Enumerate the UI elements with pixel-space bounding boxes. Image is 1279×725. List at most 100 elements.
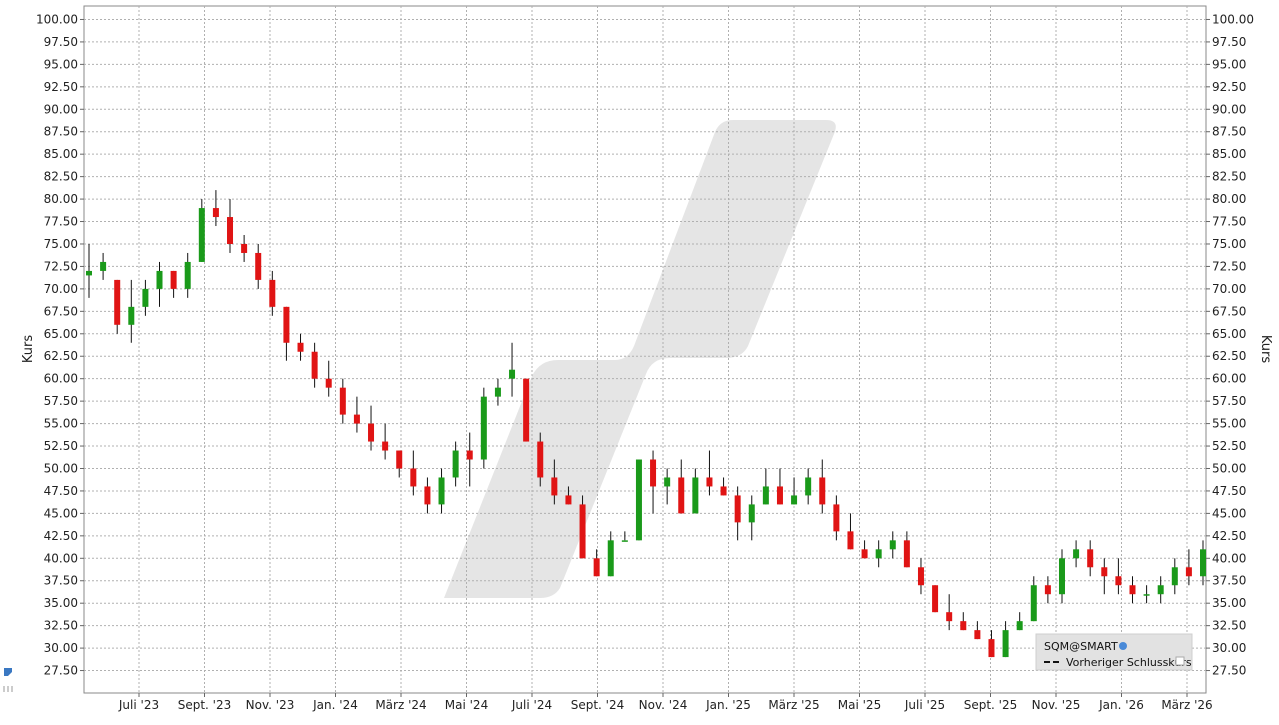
candle-body-up bbox=[1200, 549, 1206, 577]
candle-body-down bbox=[396, 450, 403, 469]
candle-body-down bbox=[241, 243, 248, 253]
candle-body-up bbox=[438, 477, 445, 505]
candle-body-up bbox=[100, 261, 107, 271]
y-tick-label-right: 37.50 bbox=[1212, 574, 1246, 588]
x-tick-label: Nov. '25 bbox=[1032, 698, 1081, 712]
y-tick-label-right: 55.00 bbox=[1212, 417, 1246, 431]
y-tick-label-left: 57.50 bbox=[44, 394, 78, 408]
y-tick-label-right: 27.50 bbox=[1212, 664, 1246, 678]
candle-body-down bbox=[170, 270, 177, 289]
candle-body-down bbox=[565, 495, 572, 505]
candle-body-down bbox=[283, 306, 290, 343]
y-tick-label-right: 52.50 bbox=[1212, 439, 1246, 453]
y-tick-label-left: 77.50 bbox=[44, 215, 78, 229]
y-tick-label-left: 62.50 bbox=[44, 349, 78, 363]
legend-prev-close-label: Vorheriger Schlusskurs bbox=[1066, 656, 1192, 669]
x-tick-label: Mai '24 bbox=[445, 698, 488, 712]
x-tick-label: Juli '25 bbox=[904, 698, 945, 712]
candle-body-down bbox=[269, 279, 276, 307]
y-tick-label-left: 75.00 bbox=[44, 237, 78, 251]
y-tick-label-right: 32.50 bbox=[1212, 619, 1246, 633]
y-tick-label-right: 47.50 bbox=[1212, 484, 1246, 498]
x-tick-label: März '26 bbox=[1161, 698, 1212, 712]
y-tick-label-right: 75.00 bbox=[1212, 237, 1246, 251]
x-tick-label: Sept. '24 bbox=[571, 698, 625, 712]
legend-checkbox[interactable] bbox=[1175, 656, 1185, 666]
x-tick-label: Juli '23 bbox=[118, 698, 159, 712]
candle-body-up bbox=[480, 396, 487, 460]
x-tick-label: Jan. '26 bbox=[1098, 698, 1144, 712]
candle-body-up bbox=[184, 261, 191, 289]
y-tick-label-left: 40.00 bbox=[44, 551, 78, 565]
candle-body-down bbox=[523, 378, 530, 442]
y-tick-label-left: 35.00 bbox=[44, 596, 78, 610]
candle-body-up bbox=[452, 450, 459, 478]
candle-body-up bbox=[198, 208, 205, 262]
candle-body-down bbox=[1185, 567, 1192, 577]
candle-body-down bbox=[297, 342, 304, 352]
y-tick-label-right: 82.50 bbox=[1212, 170, 1246, 184]
candle-body-up bbox=[762, 486, 769, 505]
candle-body-down bbox=[819, 477, 826, 505]
y-tick-label-left: 55.00 bbox=[44, 417, 78, 431]
candle-body-up bbox=[494, 387, 501, 397]
candle-body-down bbox=[706, 477, 713, 487]
candle-body-down bbox=[1115, 576, 1122, 586]
y-tick-label-left: 67.50 bbox=[44, 304, 78, 318]
chart-svg: 27.50 30.00 32.50 35.00 37.50 40.00 42.50 45.00… bbox=[3, 5, 1273, 712]
candle-body-down bbox=[339, 387, 346, 415]
candle-body-down bbox=[1087, 549, 1094, 568]
candle-body-up bbox=[635, 459, 642, 541]
candle-body-up bbox=[607, 540, 614, 577]
candle-body-down bbox=[932, 585, 939, 613]
candle-body-up bbox=[1030, 585, 1037, 622]
y-tick-label-left: 60.00 bbox=[44, 372, 78, 386]
y-tick-label-left: 87.50 bbox=[44, 125, 78, 139]
candle-body-down bbox=[466, 450, 473, 460]
y-tick-label-right: 62.50 bbox=[1212, 349, 1246, 363]
y-tick-label-left: 45.00 bbox=[44, 506, 78, 520]
candle-body-up bbox=[1157, 585, 1164, 595]
candle-body-down bbox=[960, 621, 967, 631]
candle-body-up bbox=[692, 477, 699, 514]
y-tick-label-right: 85.00 bbox=[1212, 147, 1246, 161]
y-tick-label-right: 42.50 bbox=[1212, 529, 1246, 543]
candle-body-down bbox=[551, 477, 558, 496]
candle-body-up bbox=[664, 477, 671, 487]
x-tick-label: Mai '25 bbox=[838, 698, 881, 712]
x-tick-label: Jan. '25 bbox=[705, 698, 751, 712]
y-tick-label-right: 72.50 bbox=[1212, 259, 1246, 273]
y-tick-label-left: 95.00 bbox=[44, 57, 78, 71]
candle-body-up bbox=[1143, 594, 1150, 596]
candle-body-up bbox=[1073, 549, 1080, 559]
y-tick-label-right: 35.00 bbox=[1212, 596, 1246, 610]
x-tick-label: Sept. '25 bbox=[964, 698, 1018, 712]
x-tick-label: Juli '24 bbox=[511, 698, 552, 712]
y-tick-label-left: 72.50 bbox=[44, 259, 78, 273]
y-tick-label-right: 97.50 bbox=[1212, 35, 1246, 49]
legend: SQM@SMART Vorheriger Schlusskurs bbox=[1035, 633, 1193, 671]
y-tick-label-right: 92.50 bbox=[1212, 80, 1246, 94]
y-tick-label-left: 32.50 bbox=[44, 619, 78, 633]
candle-body-down bbox=[424, 486, 431, 505]
y-tick-label-right: 70.00 bbox=[1212, 282, 1246, 296]
candle-body-down bbox=[917, 567, 924, 586]
y-tick-label-right: 30.00 bbox=[1212, 641, 1246, 655]
candle-body-down bbox=[325, 378, 332, 388]
candle-body-down bbox=[974, 630, 981, 640]
y-axis-label-left: Kurs bbox=[21, 335, 36, 363]
candle-body-down bbox=[579, 504, 586, 559]
candle-body-up bbox=[805, 477, 812, 496]
candle-body-down bbox=[720, 486, 727, 496]
y-tick-label-right: 60.00 bbox=[1212, 372, 1246, 386]
y-tick-label-right: 50.00 bbox=[1212, 461, 1246, 475]
candle-body-down bbox=[650, 459, 657, 487]
candle-body-down bbox=[833, 504, 840, 532]
y-axis-label-right: Kurs bbox=[1258, 335, 1273, 363]
y-tick-label-left: 30.00 bbox=[44, 641, 78, 655]
candle-body-up bbox=[128, 306, 135, 325]
y-tick-label-left: 37.50 bbox=[44, 574, 78, 588]
y-tick-label-left: 82.50 bbox=[44, 170, 78, 184]
candle-body-down bbox=[1044, 585, 1051, 595]
candle-body-up bbox=[86, 270, 92, 276]
